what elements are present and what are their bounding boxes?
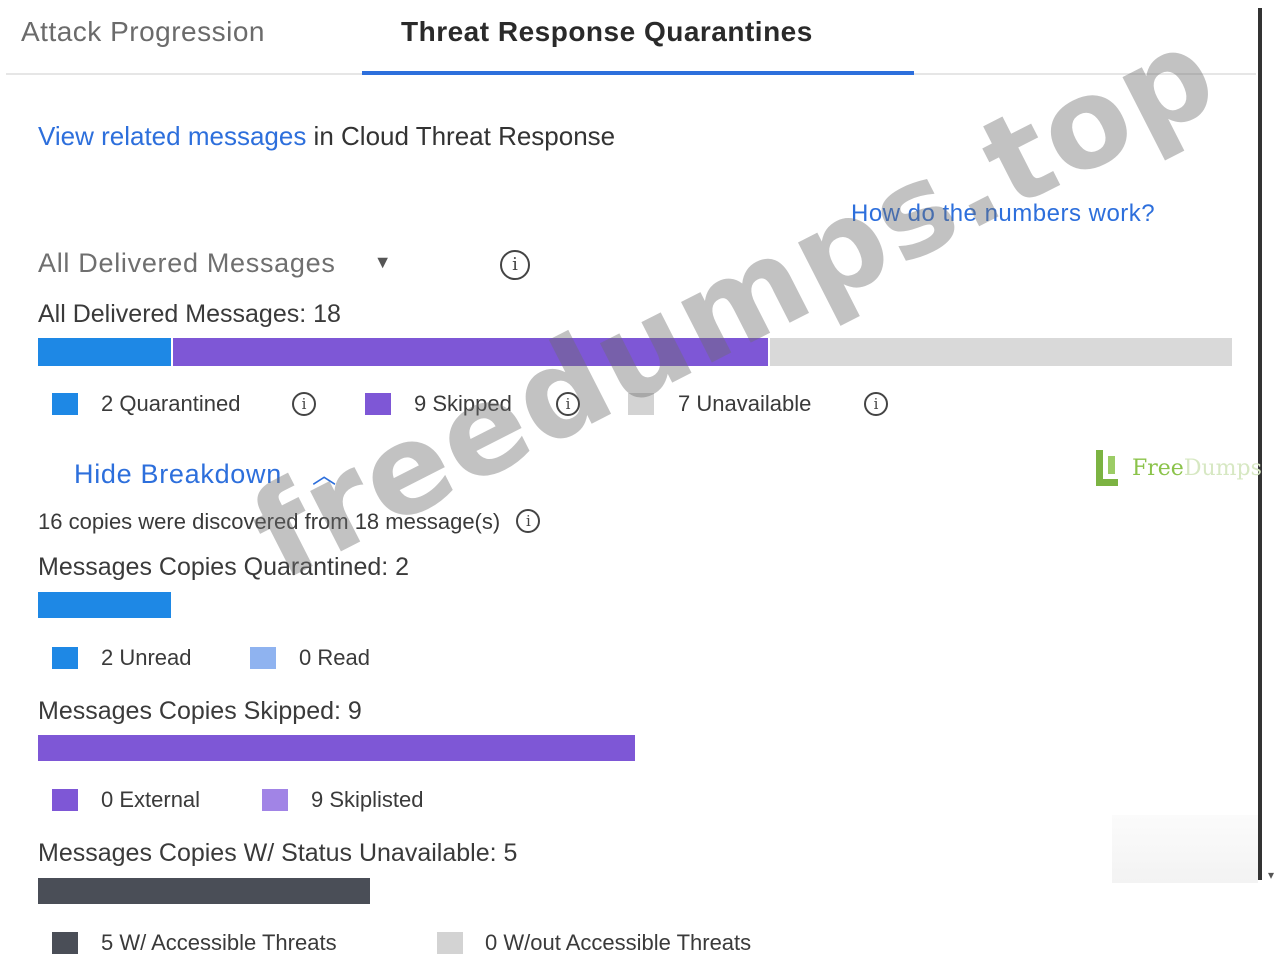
logo-text-strong: Free xyxy=(1132,455,1184,481)
no-accessible-threats-swatch xyxy=(437,932,463,954)
read-swatch xyxy=(250,647,276,669)
legend-unread: 2 Unread xyxy=(101,645,192,670)
chevron-up-icon: ︿ xyxy=(312,462,337,489)
info-icon[interactable]: i xyxy=(864,392,888,416)
skipped-swatch xyxy=(365,393,391,415)
how-numbers-work-link[interactable]: How do the numbers work? xyxy=(851,200,1155,228)
quarantined-copies-title: Messages Copies Quarantined: 2 xyxy=(38,553,410,581)
hide-breakdown-toggle[interactable]: Hide Breakdown ︿ xyxy=(74,455,337,490)
external-swatch xyxy=(52,789,78,811)
logo-mark-icon xyxy=(1096,450,1118,486)
legend-accessible-threats: 5 W/ Accessible Threats xyxy=(101,930,337,955)
legend-external: 0 External xyxy=(101,787,201,812)
info-icon[interactable]: i xyxy=(556,392,580,416)
skiplisted-swatch xyxy=(262,789,288,811)
quarantined-segment xyxy=(38,338,171,366)
skipped-copies-bar xyxy=(38,735,635,761)
tab-attack-progression[interactable]: Attack Progression xyxy=(21,16,265,48)
skipped-copies-title: Messages Copies Skipped: 9 xyxy=(38,697,362,725)
legend-skiplisted: 9 Skiplisted xyxy=(311,787,424,812)
message-filter-dropdown[interactable]: All Delivered Messages ▼ xyxy=(38,248,392,279)
legend-unavailable: 7 Unavailable xyxy=(678,391,812,416)
quarantined-swatch xyxy=(52,393,78,415)
unavailable-copies-bar xyxy=(38,878,370,904)
unavailable-segment xyxy=(767,338,1232,366)
delivered-messages-bar xyxy=(38,338,1232,366)
legend-skipped: 9 Skipped xyxy=(414,391,512,416)
legend-quarantined: 2 Quarantined xyxy=(101,391,241,416)
related-messages-line: View related messages in Cloud Threat Re… xyxy=(38,121,615,152)
active-tab-indicator xyxy=(362,71,914,75)
info-icon[interactable]: i xyxy=(500,250,530,280)
caret-down-icon[interactable]: ▼ xyxy=(374,252,393,273)
view-related-messages-link[interactable]: View related messages xyxy=(38,121,306,151)
freedumps-logo: FreeDumps xyxy=(1096,450,1262,486)
summary-title: All Delivered Messages: 18 xyxy=(38,300,341,328)
unavailable-swatch xyxy=(628,393,654,415)
scroll-down-icon[interactable]: ▾ xyxy=(1268,868,1274,882)
quarantined-copies-bar xyxy=(38,592,171,618)
unavailable-copies-title: Messages Copies W/ Status Unavailable: 5 xyxy=(38,839,518,867)
dropdown-selected-value: All Delivered Messages xyxy=(38,248,336,278)
skipped-segment xyxy=(170,338,770,366)
info-icon[interactable]: i xyxy=(516,509,541,534)
legend-read: 0 Read xyxy=(299,645,370,670)
tab-threat-response-quarantines[interactable]: Threat Response Quarantines xyxy=(401,16,813,48)
legend-no-accessible-threats: 0 W/out Accessible Threats xyxy=(485,930,752,955)
panel-scrollbar[interactable] xyxy=(1258,8,1262,880)
related-messages-suffix: in Cloud Threat Response xyxy=(306,121,616,151)
panel-corner-shade xyxy=(1112,815,1258,883)
copies-note-text: 16 copies were discovered from 18 messag… xyxy=(38,509,501,534)
info-icon[interactable]: i xyxy=(292,392,316,416)
hide-breakdown-label: Hide Breakdown xyxy=(74,459,282,489)
copies-note: 16 copies were discovered from 18 messag… xyxy=(38,509,541,535)
accessible-threats-swatch xyxy=(52,932,78,954)
unread-swatch xyxy=(52,647,78,669)
logo-text-faint: Dumps xyxy=(1183,455,1262,481)
